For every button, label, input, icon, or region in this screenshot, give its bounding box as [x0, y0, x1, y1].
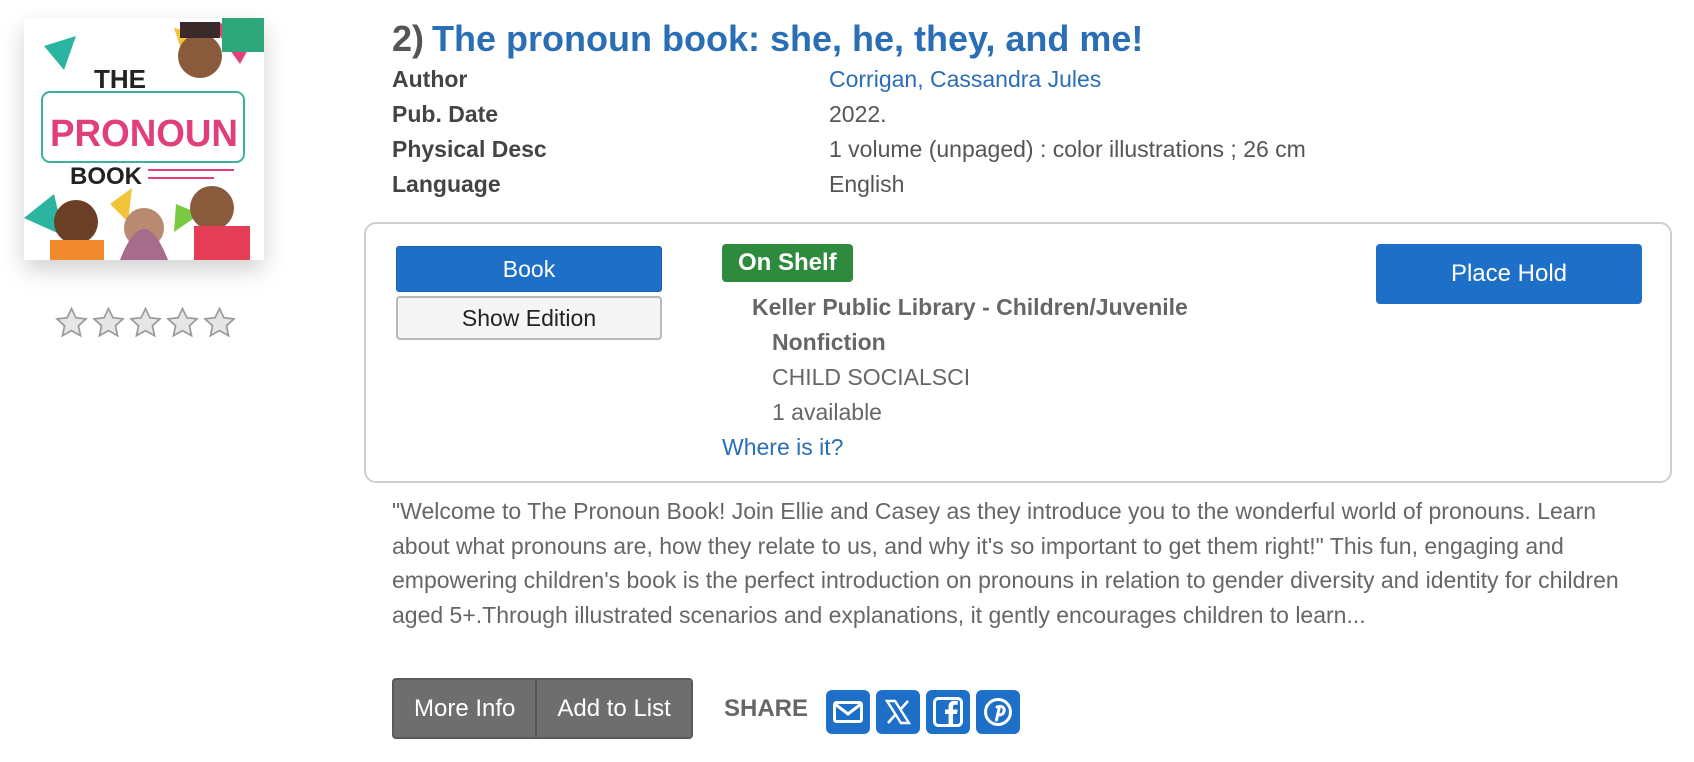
place-hold-button[interactable]: Place Hold — [1376, 244, 1642, 304]
star-icon[interactable] — [128, 306, 163, 340]
book-cover-image[interactable]: THE PRONOUN BOOK — [24, 18, 264, 260]
facebook-icon[interactable] — [926, 690, 970, 734]
holdings-panel: Book Show Edition On Shelf Keller Public… — [364, 222, 1672, 483]
star-icon[interactable] — [54, 306, 89, 340]
detail-label: Physical Desc — [392, 136, 547, 162]
format-book-button[interactable]: Book — [396, 246, 662, 292]
detail-label: Author — [392, 66, 468, 92]
star-icon[interactable] — [202, 306, 237, 340]
availability-count: 1 available — [772, 399, 882, 425]
where-is-it-link[interactable]: Where is it? — [722, 430, 843, 465]
x-twitter-icon[interactable] — [876, 690, 920, 734]
action-button-group: More Info Add to List — [392, 678, 693, 739]
cover-title-line1: THE — [94, 64, 146, 94]
result-number: 2) — [392, 18, 425, 59]
title-link[interactable]: The pronoun book: she, he, they, and me! — [432, 18, 1143, 60]
detail-value: English — [829, 171, 905, 197]
author-link[interactable]: Corrigan, Cassandra Jules — [829, 66, 1101, 93]
cover-title-line3: BOOK — [70, 163, 143, 190]
more-info-button[interactable]: More Info — [394, 680, 535, 737]
summary-text: "Welcome to The Pronoun Book! Join Ellie… — [392, 498, 1619, 628]
share-icons — [826, 690, 1020, 734]
status-badge: On Shelf — [722, 244, 853, 282]
detail-value: 2022. — [829, 101, 887, 127]
detail-value: 1 volume (unpaged) : color illustrations… — [829, 136, 1306, 162]
call-number: CHILD SOCIALSCI — [772, 364, 971, 390]
detail-row-language: Language English — [392, 167, 1306, 202]
add-to-list-button[interactable]: Add to List — [535, 680, 690, 737]
pinterest-icon[interactable] — [976, 690, 1020, 734]
detail-label: Pub. Date — [392, 101, 499, 127]
location-name: Keller Public Library - Children/Juvenil… — [752, 294, 1188, 320]
detail-label: Language — [392, 171, 501, 197]
star-icon[interactable] — [91, 306, 126, 340]
bib-details: Author Corrigan, Cassandra Jules Pub. Da… — [392, 62, 1306, 202]
star-icon[interactable] — [165, 306, 200, 340]
star-rating[interactable] — [54, 306, 237, 340]
detail-row-physical-desc: Physical Desc 1 volume (unpaged) : color… — [392, 132, 1306, 167]
location-collection: Nonfiction — [772, 329, 886, 355]
email-icon[interactable] — [826, 690, 870, 734]
detail-row-author: Author Corrigan, Cassandra Jules — [392, 62, 1306, 97]
result-header: 2) The pronoun book: she, he, they, and … — [392, 18, 1143, 60]
detail-row-pub-date: Pub. Date 2022. — [392, 97, 1306, 132]
cover-title-line2: PRONOUN — [50, 113, 238, 155]
show-edition-button[interactable]: Show Edition — [396, 296, 662, 340]
share-label: SHARE — [724, 695, 809, 722]
